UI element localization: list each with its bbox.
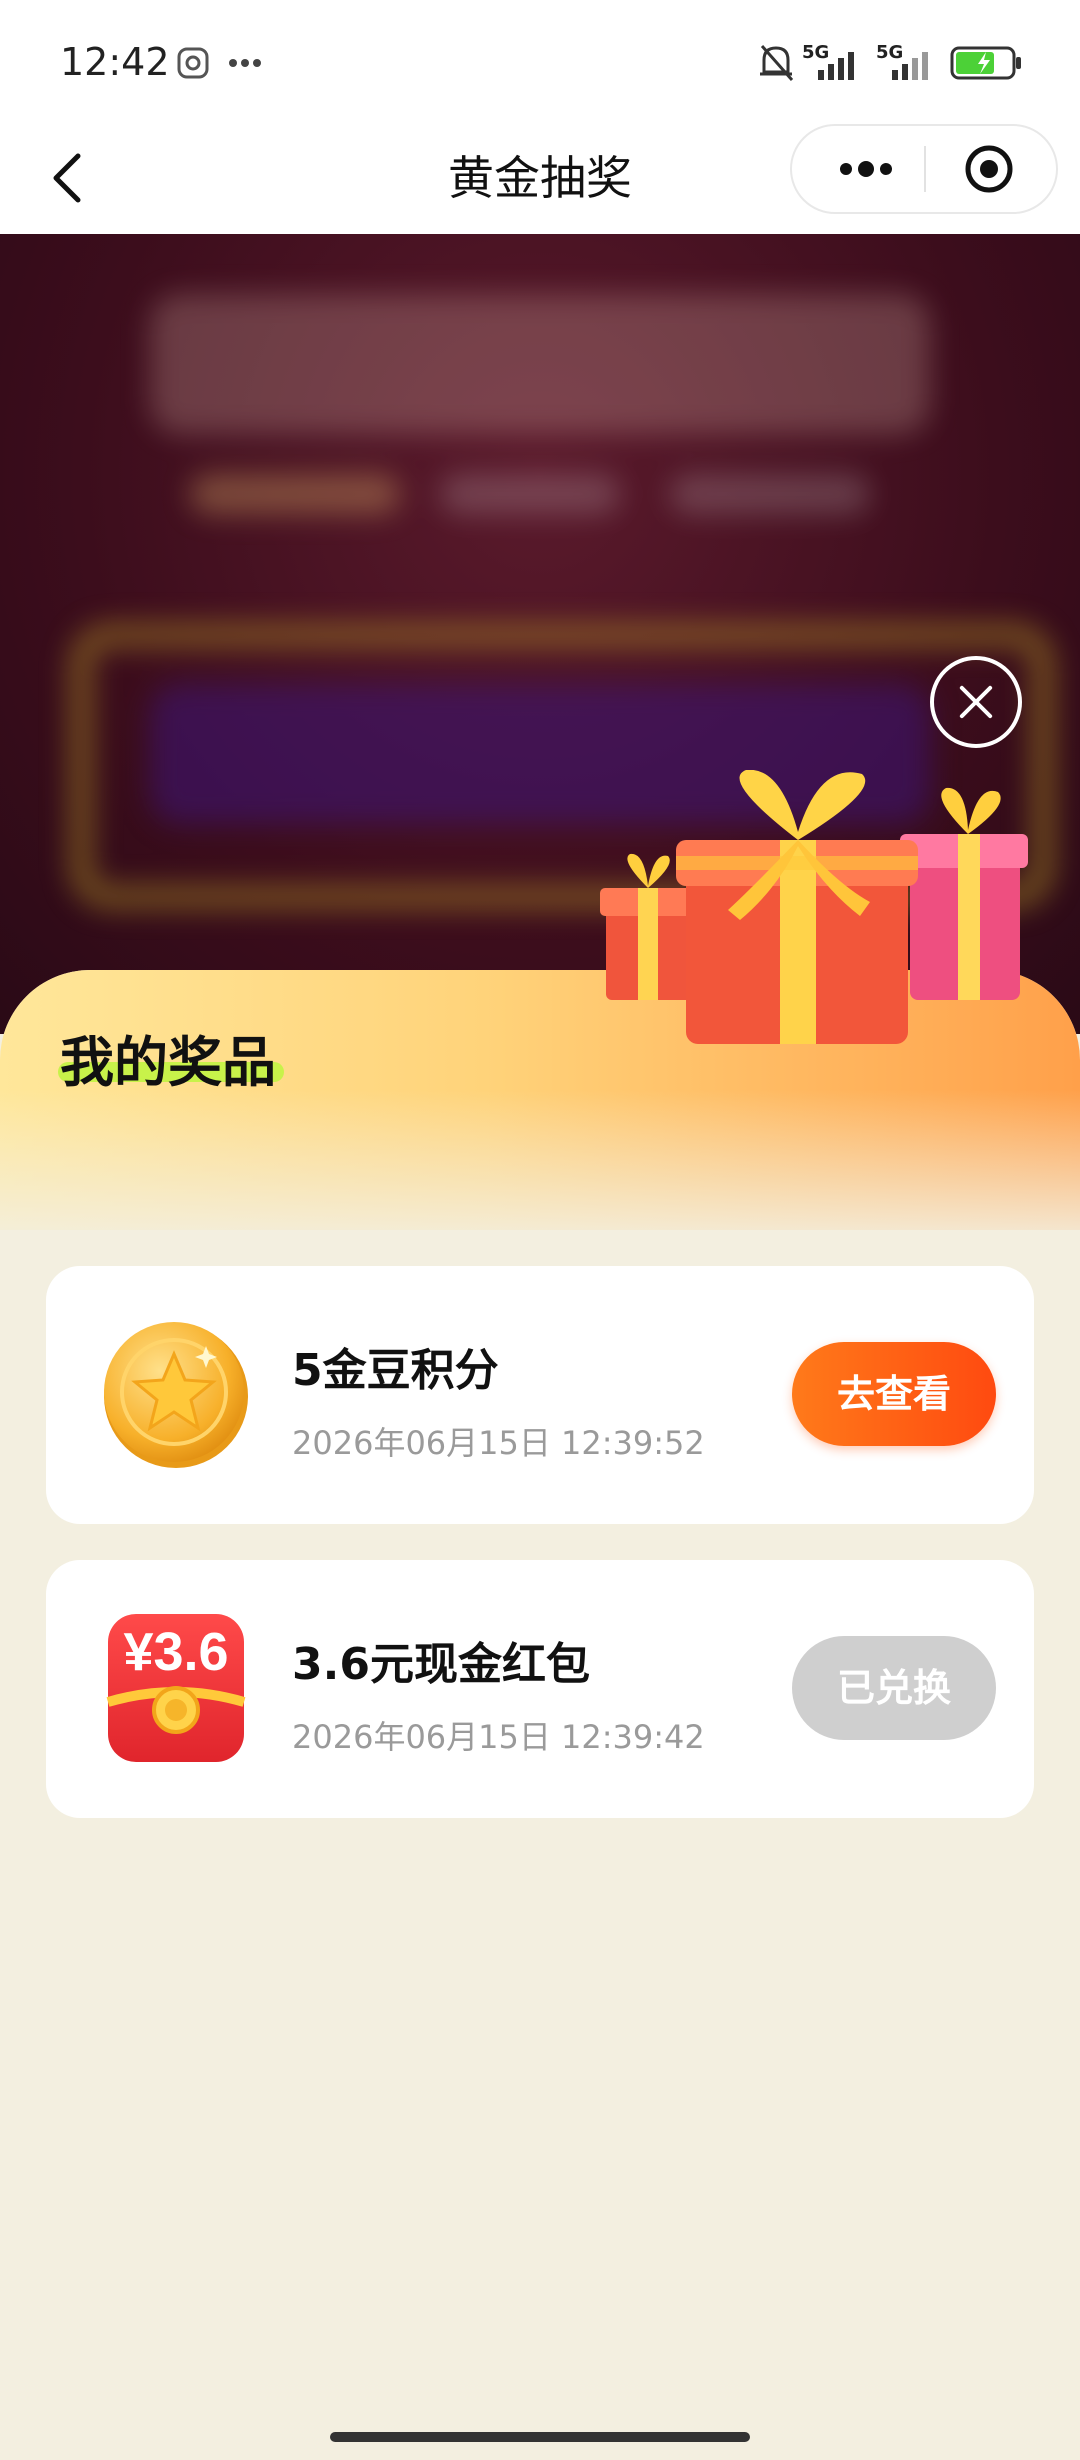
red-envelope-icon: ¥3.6 bbox=[106, 1614, 246, 1762]
mini-program-capsule bbox=[790, 124, 1058, 214]
prize-time: 2026年06月15日 12:39:52 bbox=[292, 1424, 705, 1462]
prize-name: 3.6元现金红包 bbox=[292, 1639, 590, 1690]
home-indicator[interactable] bbox=[330, 2432, 750, 2442]
more-dots-icon[interactable] bbox=[826, 146, 906, 192]
target-icon[interactable] bbox=[964, 144, 1014, 194]
signal-5g-icon bbox=[818, 52, 854, 80]
sim-icon bbox=[177, 47, 209, 79]
envelope-amount: ¥3.6 bbox=[123, 1622, 228, 1682]
prize-time: 2026年06月15日 12:39:42 bbox=[292, 1718, 705, 1756]
nav-bar: 黄金抽奖 bbox=[0, 118, 1080, 234]
view-prize-button[interactable]: 去查看 bbox=[792, 1342, 996, 1446]
status-bar: 12:42 5G 5G bbox=[0, 0, 1080, 118]
close-icon[interactable] bbox=[930, 656, 1022, 748]
gift-boxes-icon bbox=[600, 770, 1028, 1044]
redeemed-button[interactable]: 已兑换 bbox=[792, 1636, 996, 1740]
prize-card: ¥3.6 3.6元现金红包 2026年06月15日 12:39:42 已兑换 bbox=[46, 1560, 1034, 1818]
mute-bell-icon bbox=[760, 45, 794, 81]
gold-coin-star-icon bbox=[104, 1322, 248, 1468]
capsule-divider bbox=[924, 146, 926, 192]
battery-charging-icon bbox=[950, 46, 1021, 80]
prize-card: 5金豆积分 2026年06月15日 12:39:52 去查看 bbox=[46, 1266, 1034, 1524]
prize-name: 5金豆积分 bbox=[292, 1345, 499, 1396]
status-time: 12:42 bbox=[60, 40, 170, 84]
sheet-title: 我的奖品 bbox=[60, 1031, 276, 1094]
more-dots-icon bbox=[229, 59, 261, 67]
signal-5g-icon bbox=[892, 52, 928, 80]
